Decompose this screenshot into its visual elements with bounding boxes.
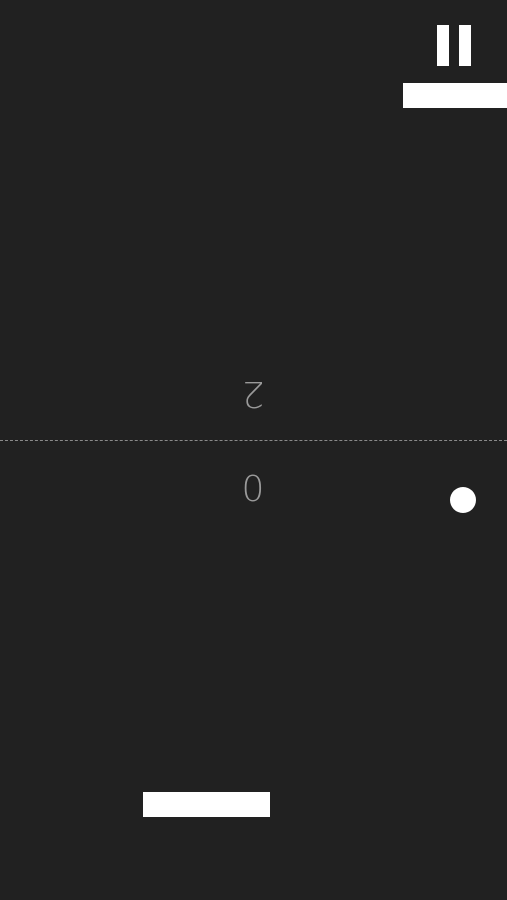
pause-button[interactable] [432,20,478,70]
pause-icon-left-bar [437,25,449,66]
ball [450,487,476,513]
opponent-paddle [403,83,507,108]
player-paddle[interactable] [143,792,270,817]
game-board[interactable]: 2 0 [0,0,507,900]
pause-icon-right-bar [459,25,471,66]
player-score: 0 [241,469,265,510]
center-net-line [0,440,507,441]
opponent-score: 2 [241,373,265,414]
